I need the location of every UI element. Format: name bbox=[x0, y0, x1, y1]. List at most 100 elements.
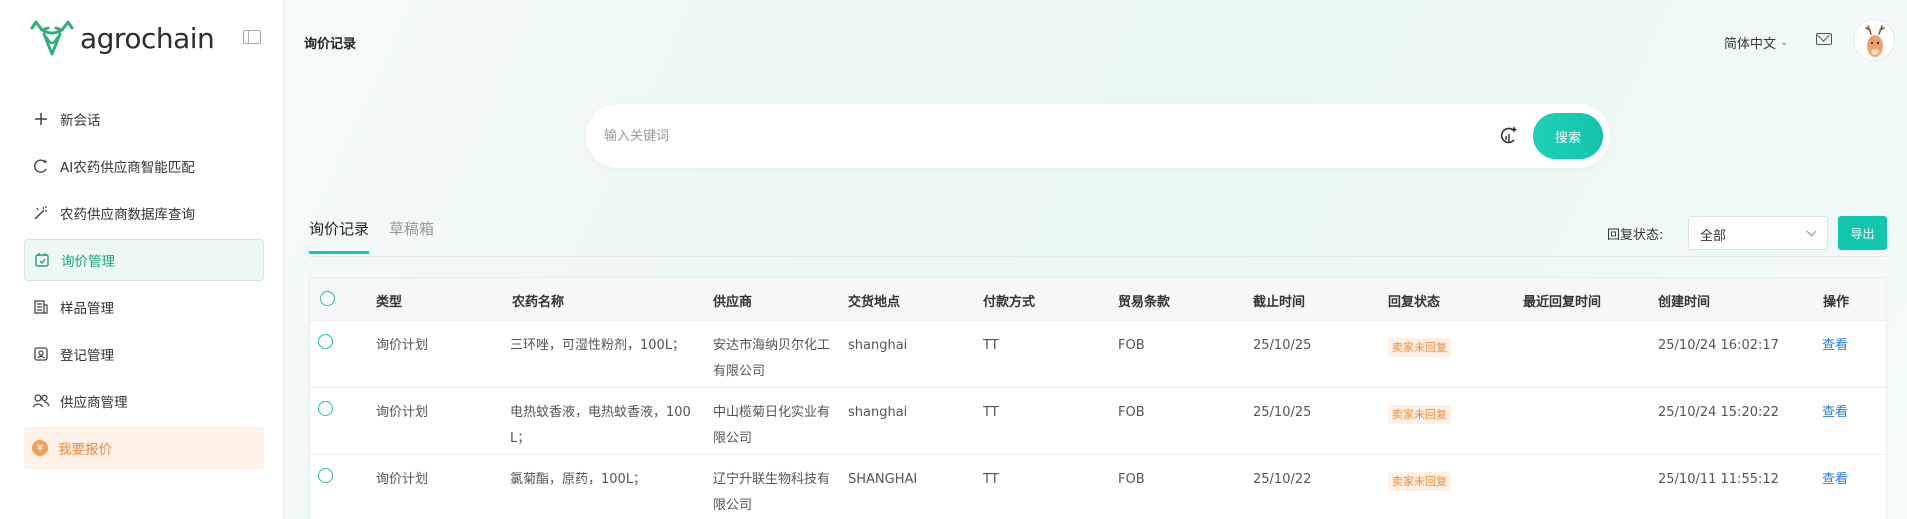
export-button[interactable]: 导出 bbox=[1838, 216, 1887, 250]
sidebar-item-ai-match[interactable]: AI农药供应商智能匹配 bbox=[24, 145, 264, 187]
table-row: 询价计划 三环唑，可湿性粉剂，100L； 安达市海纳贝尔化工 有限公司 shang… bbox=[310, 321, 1886, 388]
cell-deadline: 25/10/25 bbox=[1253, 338, 1312, 353]
users-icon bbox=[32, 392, 50, 410]
tab-divider bbox=[309, 256, 1887, 257]
sidebar: agrochain 新会话 AI农药供应商智能匹配 农药供应商数据库查询 询价管… bbox=[0, 0, 284, 519]
chevron-down-icon: ⌄ bbox=[1780, 37, 1789, 48]
sidebar-item-label: 询价管理 bbox=[61, 254, 115, 270]
column-header-status: 回复状态 bbox=[1388, 295, 1441, 310]
sidebar-item-registration[interactable]: 登记管理 bbox=[24, 333, 264, 375]
status-badge: 卖家未回复 bbox=[1388, 472, 1451, 491]
column-header-terms: 贸易条款 bbox=[1118, 295, 1171, 310]
select-all-radio[interactable] bbox=[320, 291, 335, 306]
cell-pesticide-line1: 氯菊酯，原药，100L； bbox=[510, 472, 647, 487]
plus-icon bbox=[32, 110, 50, 128]
column-header-last-reply: 最近回复时间 bbox=[1523, 295, 1602, 310]
sidebar-item-label: 登记管理 bbox=[60, 348, 114, 364]
table-row: 询价计划 氯菊酯，原药，100L； 辽宁升联生物科技有 限公司 SHANGHAI … bbox=[310, 455, 1886, 519]
cell-terms: FOB bbox=[1118, 405, 1145, 420]
cell-supplier: 辽宁升联生物科技有 限公司 bbox=[713, 467, 843, 519]
tab-inquiry-records[interactable]: 询价记录 bbox=[309, 218, 370, 254]
sidebar-nav: 新会话 AI农药供应商智能匹配 农药供应商数据库查询 询价管理 样品管理 登记管… bbox=[24, 98, 264, 474]
cell-supplier: 中山榄菊日化实业有 限公司 bbox=[713, 400, 843, 452]
column-header-supplier: 供应商 bbox=[713, 295, 753, 310]
cell-created: 25/10/11 11:55:12 bbox=[1658, 472, 1779, 487]
cell-type: 询价计划 bbox=[376, 338, 429, 353]
inquiry-table: 类型 农药名称 供应商 交货地点 付款方式 贸易条款 截止时间 回复状态 最近回… bbox=[309, 277, 1887, 519]
cell-supplier-line1: 辽宁升联生物科技有 bbox=[713, 472, 831, 487]
cell-payment: TT bbox=[983, 472, 999, 487]
column-header-location: 交货地点 bbox=[848, 295, 901, 310]
chevron-down-icon bbox=[1806, 226, 1817, 237]
table-header: 类型 农药名称 供应商 交货地点 付款方式 贸易条款 截止时间 回复状态 最近回… bbox=[310, 278, 1886, 321]
cell-pesticide-line1: 电热蚊香液，电热蚊香液，100 bbox=[510, 405, 691, 420]
view-link[interactable]: 查看 bbox=[1822, 333, 1848, 359]
brand-logo[interactable]: agrochain bbox=[28, 18, 218, 58]
cell-payment: TT bbox=[983, 405, 999, 420]
view-link[interactable]: 查看 bbox=[1822, 467, 1848, 493]
cell-location: shanghai bbox=[848, 405, 908, 420]
sidebar-item-label: 供应商管理 bbox=[60, 395, 128, 411]
status-badge: 卖家未回复 bbox=[1388, 405, 1451, 424]
cell-supplier-line2: 限公司 bbox=[713, 498, 753, 513]
sidebar-item-quote[interactable]: ¥ 我要报价 bbox=[24, 427, 264, 469]
deer-logo-icon bbox=[30, 20, 74, 56]
sidebar-item-inquiry[interactable]: 询价管理 bbox=[24, 239, 264, 281]
sidebar-collapse-icon[interactable] bbox=[243, 30, 261, 44]
cell-supplier-line2: 有限公司 bbox=[713, 364, 766, 379]
row-select-radio[interactable] bbox=[318, 334, 333, 349]
mail-icon[interactable] bbox=[1816, 33, 1832, 45]
reply-status-label: 回复状态: bbox=[1607, 228, 1664, 243]
cell-supplier-line1: 中山榄菊日化实业有 bbox=[713, 405, 831, 420]
cell-pesticide-line1: 三环唑，可湿性粉剂，100L； bbox=[510, 338, 686, 353]
sidebar-item-label: 我要报价 bbox=[58, 442, 112, 458]
column-header-created: 创建时间 bbox=[1658, 295, 1711, 310]
status-badge: 卖家未回复 bbox=[1388, 338, 1451, 357]
search-input[interactable] bbox=[604, 122, 1464, 150]
cell-created: 25/10/24 15:20:22 bbox=[1658, 405, 1779, 420]
sidebar-item-label: AI农药供应商智能匹配 bbox=[60, 160, 195, 176]
magic-wand-icon bbox=[32, 204, 50, 222]
cell-type: 询价计划 bbox=[376, 405, 429, 420]
language-label: 简体中文 bbox=[1724, 37, 1777, 52]
cell-location: SHANGHAI bbox=[848, 472, 918, 487]
column-header-payment: 付款方式 bbox=[983, 295, 1036, 310]
sidebar-item-new-chat[interactable]: 新会话 bbox=[24, 98, 264, 140]
deer-avatar-icon bbox=[1854, 20, 1894, 60]
sidebar-item-label: 新会话 bbox=[60, 113, 101, 129]
cell-pesticide: 氯菊酯，原药，100L； bbox=[510, 467, 700, 493]
ai-assist-icon[interactable] bbox=[1498, 124, 1520, 148]
sidebar-item-database[interactable]: 农药供应商数据库查询 bbox=[24, 192, 264, 234]
sample-icon bbox=[32, 298, 50, 316]
sidebar-item-suppliers[interactable]: 供应商管理 bbox=[24, 380, 264, 422]
sidebar-item-samples[interactable]: 样品管理 bbox=[24, 286, 264, 328]
registration-icon bbox=[32, 345, 50, 363]
sidebar-item-label: 样品管理 bbox=[60, 301, 114, 317]
ai-match-icon bbox=[32, 157, 50, 175]
cell-terms: FOB bbox=[1118, 472, 1145, 487]
cell-payment: TT bbox=[983, 338, 999, 353]
sidebar-item-label: 农药供应商数据库查询 bbox=[60, 207, 195, 223]
cell-pesticide: 电热蚊香液，电热蚊香液，100 L； bbox=[510, 400, 700, 452]
cell-type: 询价计划 bbox=[376, 472, 429, 487]
row-select-radio[interactable] bbox=[318, 468, 333, 483]
row-select-radio[interactable] bbox=[318, 401, 333, 416]
avatar[interactable] bbox=[1853, 19, 1895, 61]
page-title: 询价记录 bbox=[304, 37, 357, 52]
table-row: 询价计划 电热蚊香液，电热蚊香液，100 L； 中山榄菊日化实业有 限公司 shan… bbox=[310, 388, 1886, 455]
reply-status-select[interactable]: 全部 bbox=[1688, 216, 1828, 250]
column-header-deadline: 截止时间 bbox=[1253, 295, 1306, 310]
language-select[interactable]: 简体中文 ⌄ bbox=[1724, 33, 1788, 52]
brand-name: agrochain bbox=[80, 21, 215, 55]
cell-supplier-line1: 安达市海纳贝尔化工 bbox=[713, 338, 831, 353]
column-header-pesticide: 农药名称 bbox=[512, 295, 565, 310]
search-button[interactable]: 搜索 bbox=[1533, 113, 1603, 159]
tab-drafts[interactable]: 草稿箱 bbox=[389, 218, 434, 254]
search-bar: 搜索 bbox=[586, 104, 1610, 168]
cell-terms: FOB bbox=[1118, 338, 1145, 353]
view-link[interactable]: 查看 bbox=[1822, 400, 1848, 426]
cell-deadline: 25/10/25 bbox=[1253, 405, 1312, 420]
cell-pesticide-line2: L； bbox=[510, 431, 531, 446]
cell-created: 25/10/24 16:02:17 bbox=[1658, 338, 1779, 353]
cell-pesticide: 三环唑，可湿性粉剂，100L； bbox=[510, 333, 700, 359]
